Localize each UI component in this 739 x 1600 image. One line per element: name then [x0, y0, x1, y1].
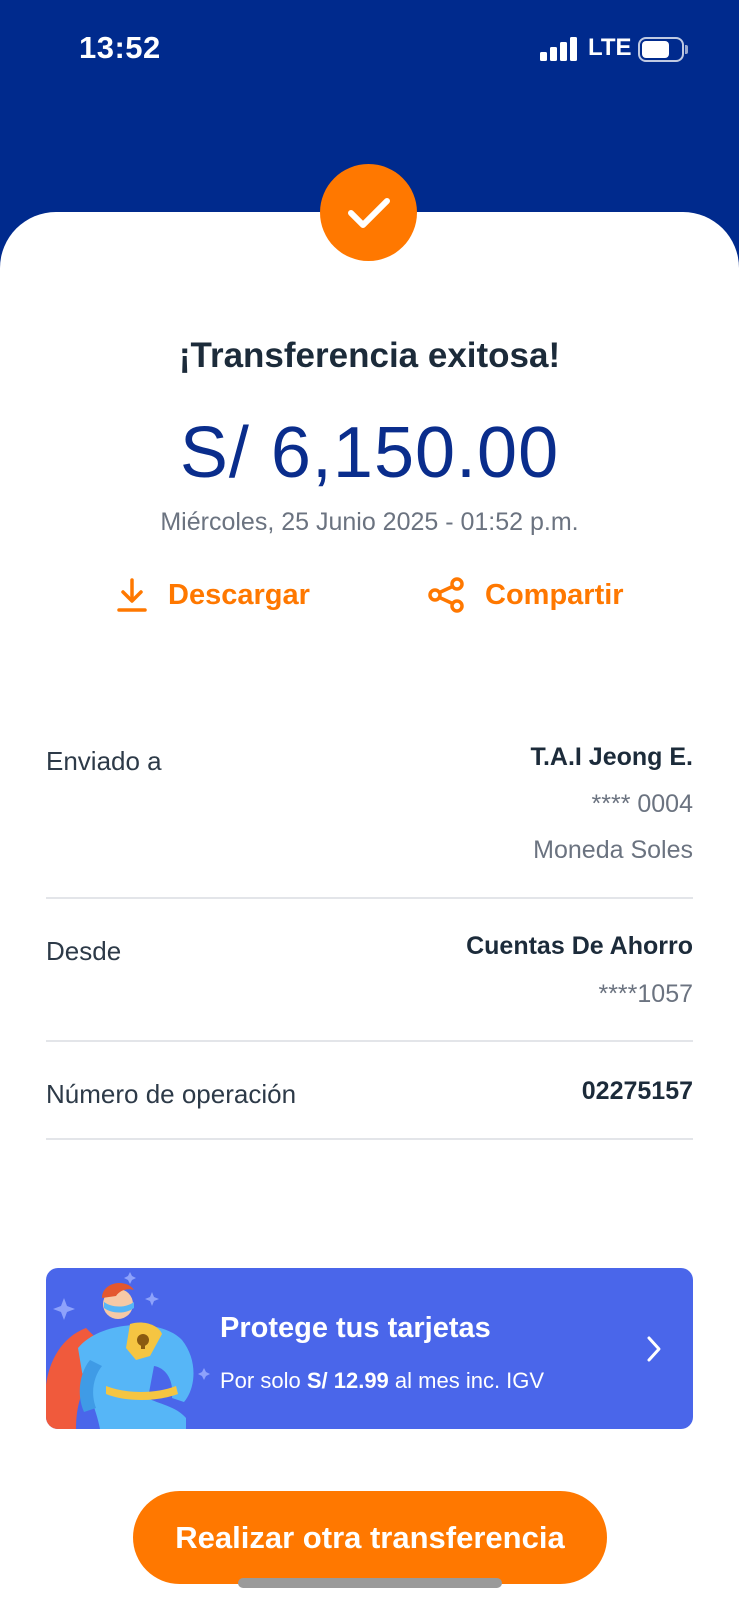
promo-title: Protege tus tarjetas: [220, 1312, 491, 1344]
recipient-currency: Moneda Soles: [533, 836, 693, 864]
promo-subtitle: Por solo S/ 12.99 al mes inc. IGV: [220, 1368, 545, 1393]
sent-to-label: Enviado a: [46, 746, 162, 776]
source-account-type: Cuentas De Ahorro: [466, 932, 693, 960]
from-label: Desde: [46, 936, 122, 966]
divider: [46, 1040, 693, 1042]
operation-label: Número de operación: [46, 1079, 297, 1109]
protect-cards-banner[interactable]: Protege tus tarjetas Por solo S/ 12.99 a…: [46, 1268, 693, 1429]
transfer-amount: S/ 6,150.00: [179, 413, 560, 493]
status-bar: 13:52 LTE: [0, 0, 739, 100]
network-label: LTE: [588, 34, 632, 61]
divider: [46, 897, 693, 899]
chevron-right-icon: [647, 1336, 661, 1362]
success-badge: [320, 164, 417, 261]
share-icon: [428, 577, 464, 613]
recipient-account: **** 0004: [591, 790, 693, 818]
source-account: ****1057: [598, 980, 693, 1008]
checkmark-icon: [347, 197, 390, 228]
download-button[interactable]: Descargar: [116, 570, 310, 620]
transfer-date: Miércoles, 25 Junio 2025 - 01:52 p.m.: [160, 508, 579, 536]
share-button[interactable]: Compartir: [427, 570, 624, 620]
recipient-name: T.A.I Jeong E.: [530, 743, 693, 771]
operation-number: 02275157: [581, 1077, 693, 1105]
share-label: Compartir: [485, 578, 624, 611]
status-time: 13:52: [79, 30, 161, 65]
superhero-illustration: [46, 1272, 210, 1429]
new-transfer-button[interactable]: Realizar otra transferencia: [133, 1491, 607, 1584]
download-label: Descargar: [168, 578, 310, 611]
battery-icon: [638, 37, 688, 62]
signal-icon: [540, 37, 578, 61]
page-title: ¡Transferencia exitosa!: [178, 336, 561, 375]
home-indicator: [238, 1578, 502, 1588]
download-icon: [117, 578, 147, 612]
divider: [46, 1138, 693, 1140]
